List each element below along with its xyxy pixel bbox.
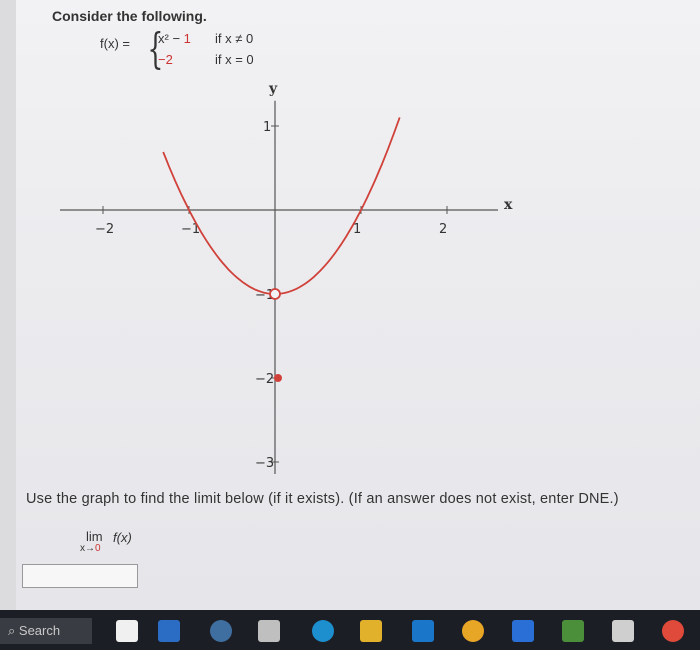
y-tick-label: −2 [255, 372, 274, 387]
taskbar-search[interactable]: ⌕ Search [0, 618, 92, 644]
x-tick-label: 2 [439, 222, 447, 237]
taskbar: ⌕ Search [0, 610, 700, 650]
task-view-icon[interactable] [116, 620, 138, 642]
app-icon[interactable] [612, 620, 634, 642]
limit-label: lim [86, 529, 103, 544]
dropbox-icon[interactable] [512, 620, 534, 642]
teams-icon[interactable] [210, 620, 232, 642]
search-icon: ⌕ [8, 623, 19, 638]
settings-icon[interactable] [258, 620, 280, 642]
limit-sub-x: x→ [80, 543, 95, 554]
limit-sub-zero: 0 [95, 543, 101, 554]
search-label: Search [18, 623, 61, 638]
answer-input[interactable] [22, 564, 138, 588]
folder-icon[interactable] [360, 620, 382, 642]
open-point [269, 288, 281, 300]
browser-icon[interactable] [662, 620, 684, 642]
axes: xy [60, 81, 513, 474]
question-text: Use the graph to find the limit below (i… [26, 491, 619, 507]
limit-function: f(x) [113, 530, 132, 545]
y-tick-label: 1 [263, 120, 271, 135]
chrome-icon[interactable] [462, 620, 484, 642]
x-axis-label: x [504, 197, 513, 213]
x-tick-label: −2 [95, 222, 114, 237]
mail-icon[interactable] [412, 620, 434, 642]
y-axis-label: y [268, 81, 278, 97]
parabola-curve [162, 117, 401, 295]
calculator-icon[interactable] [562, 620, 584, 642]
curve-group [162, 117, 401, 295]
widgets-icon[interactable] [158, 620, 180, 642]
edge-icon[interactable] [312, 620, 334, 642]
y-tick-label: −3 [255, 456, 274, 471]
function-graph: xy −2 −1 1 21−1−2−3 [60, 81, 513, 474]
filled-point [274, 374, 282, 382]
limit-subscript: x→0 [80, 543, 101, 554]
